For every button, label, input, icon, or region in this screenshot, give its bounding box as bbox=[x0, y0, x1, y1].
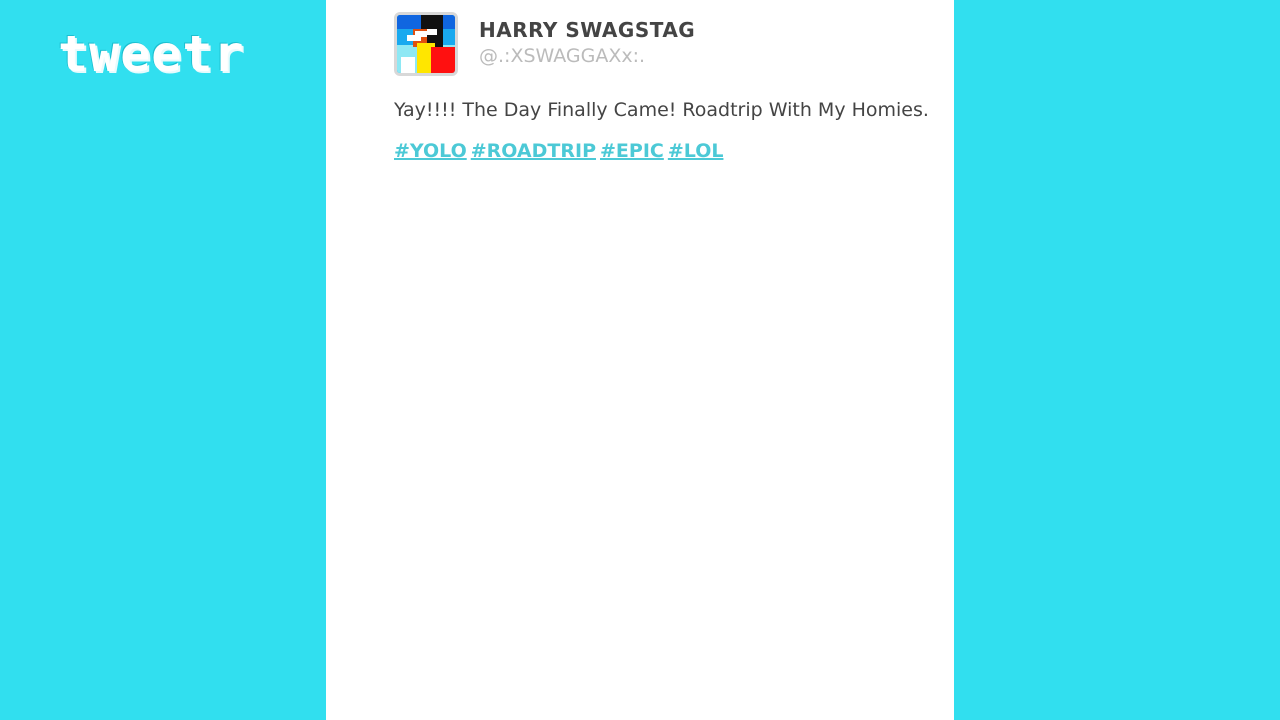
hashtag-link-roadtrip[interactable]: #ROADTRIP bbox=[471, 140, 596, 162]
main-feed: HARRY SWAGSTAG @.:XSWAGGAXx:. Yay!!!! Th… bbox=[326, 0, 954, 720]
user-avatar-icon[interactable] bbox=[394, 12, 458, 76]
hashtag-list: #YOLO #ROADTRIP #EPIC #LOL bbox=[394, 140, 727, 162]
user-handle[interactable]: @.:XSWAGGAXx:. bbox=[479, 45, 645, 67]
hashtag-link-epic[interactable]: #EPIC bbox=[600, 140, 664, 162]
user-name[interactable]: HARRY SWAGSTAG bbox=[479, 18, 695, 42]
right-sidebar bbox=[954, 0, 1280, 720]
left-sidebar: tweetr bbox=[0, 0, 326, 720]
hashtag-link-yolo[interactable]: #YOLO bbox=[394, 140, 467, 162]
hashtag-link-lol[interactable]: #LOL bbox=[668, 140, 724, 162]
tweet-text: Yay!!!! The Day Finally Came! Roadtrip W… bbox=[394, 99, 929, 121]
avatar-image bbox=[397, 15, 455, 73]
tweetr-logo[interactable]: tweetr bbox=[58, 26, 245, 82]
